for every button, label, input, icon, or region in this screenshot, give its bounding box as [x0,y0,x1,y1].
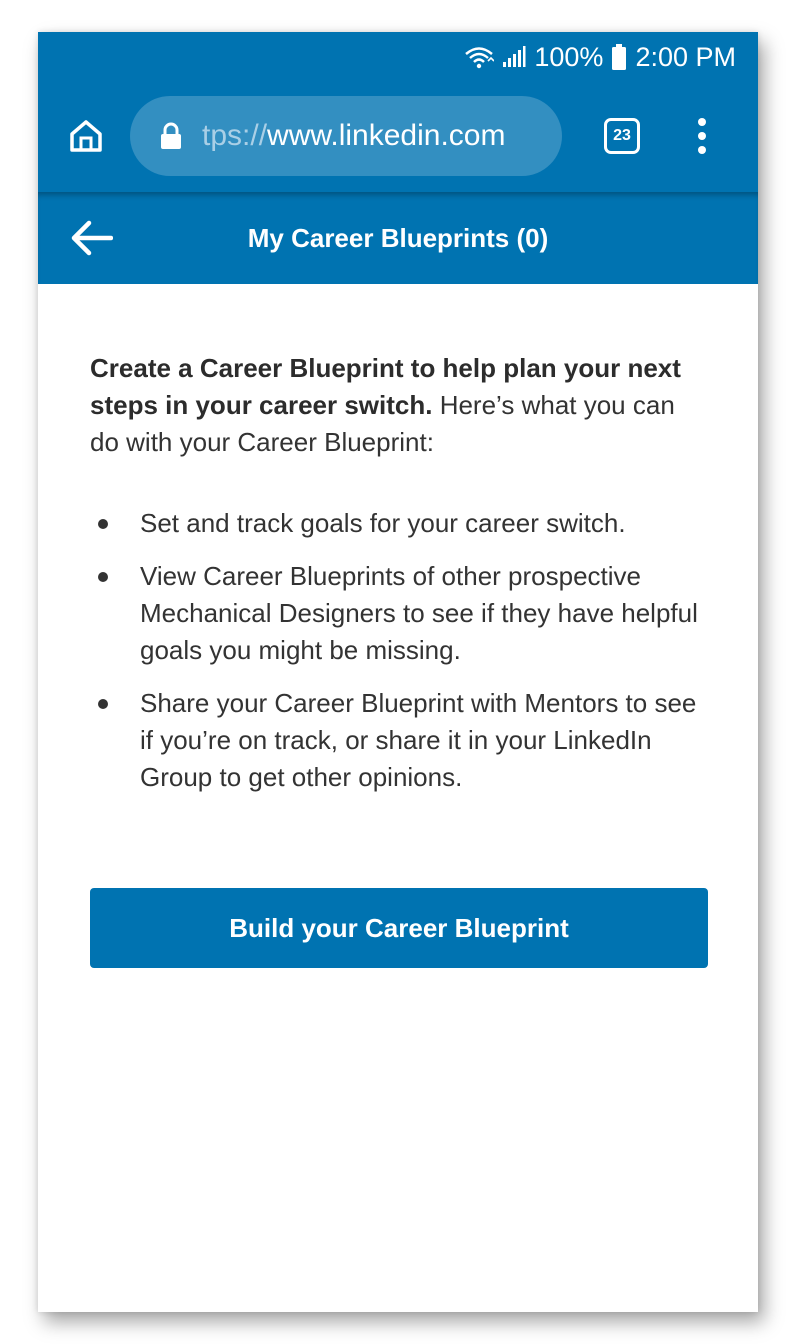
battery-percent: 100% [534,41,604,72]
menu-dot [698,118,706,126]
main-content: Create a Career Blueprint to help plan y… [90,350,710,812]
phone-screen: 100% 2:00 PM tps://www.linkedin.com 23 M… [38,32,758,1312]
more-vert-icon[interactable] [690,114,714,158]
tab-count: 23 [613,127,631,144]
list-item: Set and track goals for your career swit… [90,505,710,542]
signal-icon [502,46,526,68]
url-text: tps://www.linkedin.com [202,119,505,153]
lock-icon [160,121,186,151]
intro-paragraph: Create a Career Blueprint to help plan y… [90,350,710,461]
app-header: My Career Blueprints (0) [38,192,758,284]
list-item: View Career Blueprints of other prospect… [90,558,710,669]
arrow-left-icon[interactable] [68,218,114,258]
home-icon[interactable] [66,116,106,156]
battery-icon [611,44,627,70]
list-item: Share your Career Blueprint with Mentors… [90,685,710,796]
page-title: My Career Blueprints (0) [247,222,549,253]
status-bar: 100% 2:00 PM [38,32,758,82]
url-host: www.linkedin.com [267,119,506,152]
build-career-blueprint-button[interactable]: Build your Career Blueprint [90,888,708,968]
menu-dot [698,132,706,140]
address-bar[interactable]: tps://www.linkedin.com [130,96,562,176]
clock: 2:00 PM [635,41,736,72]
menu-dot [698,146,706,154]
wifi-icon [464,45,495,69]
feature-list: Set and track goals for your career swit… [90,505,710,796]
tabs-icon[interactable]: 23 [604,118,640,154]
url-scheme: tps:// [202,119,268,152]
browser-toolbar: tps://www.linkedin.com 23 [38,82,758,192]
